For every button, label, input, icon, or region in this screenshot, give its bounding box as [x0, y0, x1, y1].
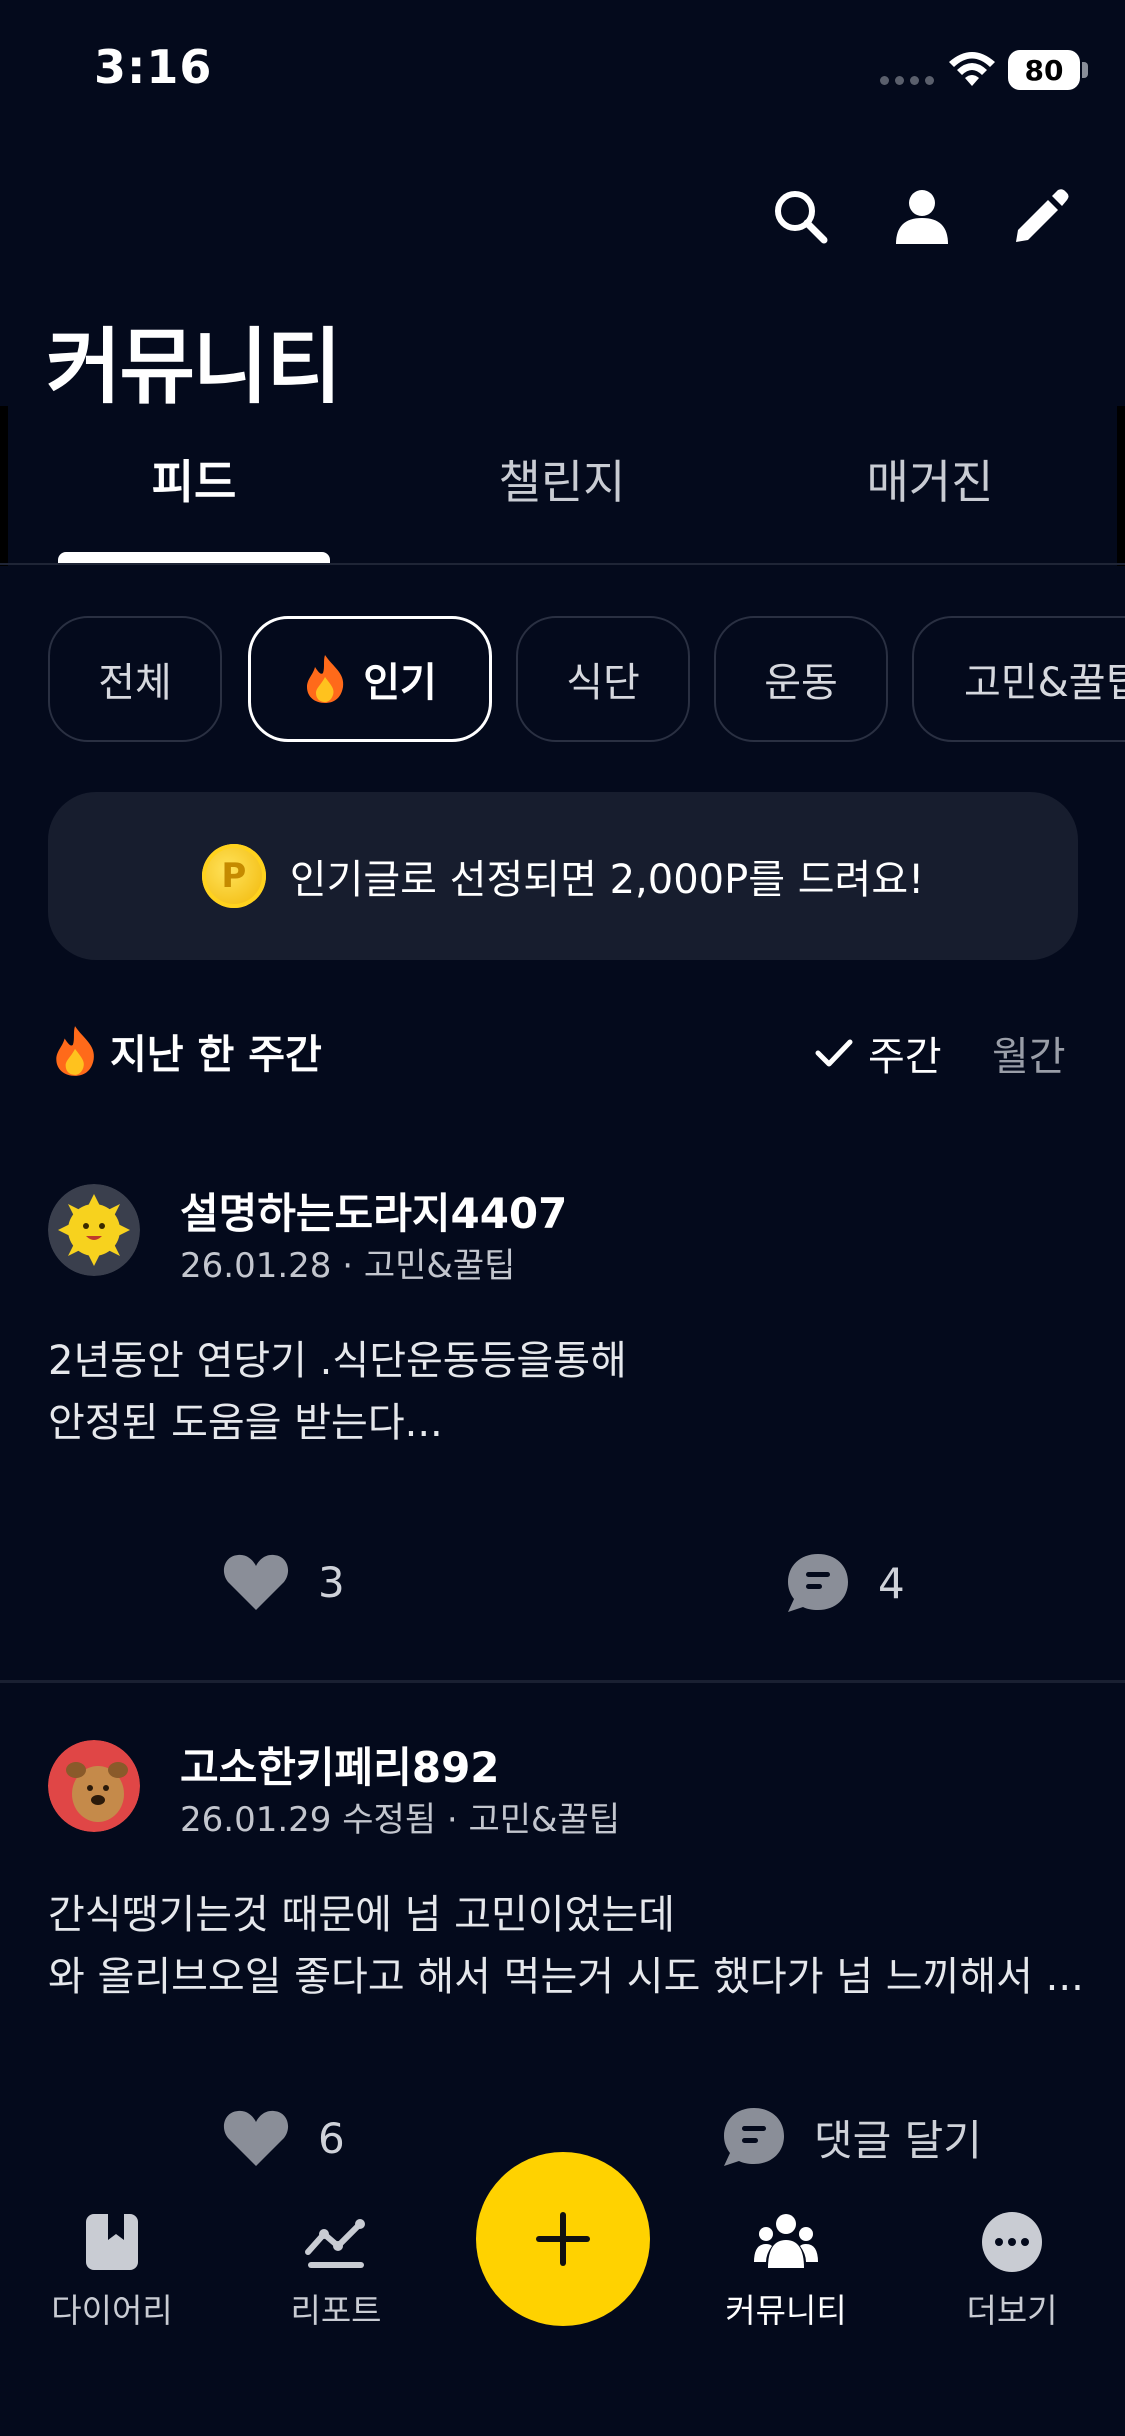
chip-label: 식단: [566, 660, 640, 706]
post-divider: [0, 1680, 1125, 1683]
tab-divider: [0, 563, 1125, 565]
wifi-icon: [949, 52, 995, 86]
tab-challenge[interactable]: 챌린지: [382, 446, 742, 512]
heart-icon: [223, 2110, 289, 2166]
chip-all[interactable]: 전체: [48, 616, 222, 742]
edge-shade-right: [1117, 406, 1125, 566]
tab-magazine[interactable]: 매거진: [750, 446, 1110, 512]
cellular-signal-icon: [880, 76, 934, 85]
battery-indicator: 80: [1008, 50, 1080, 90]
period-monthly[interactable]: 월간: [992, 1024, 1066, 1082]
profile-icon[interactable]: [892, 186, 952, 246]
like-count: 6: [318, 2113, 345, 2163]
post-card[interactable]: [48, 1740, 140, 1836]
nav-label: 리포트: [290, 2291, 382, 2330]
like-button[interactable]: 3: [222, 1552, 345, 1612]
nav-label: 커뮤니티: [725, 2291, 847, 2330]
edge-shade-left: [0, 406, 8, 566]
post-line: 와 올리브오일 좋다고 해서 먹는거 시도 했다가 넘 느끼해서 ...: [48, 1954, 1084, 2000]
comment-button[interactable]: 4: [786, 1552, 905, 1614]
section-title: 지난 한 주간: [52, 1022, 322, 1080]
post-line: 간식땡기는것 때문에 넘 고민이었는데: [48, 1892, 675, 1938]
write-icon[interactable]: [1010, 186, 1070, 246]
nav-report[interactable]: 리포트: [246, 2210, 426, 2332]
nav-diary[interactable]: 다이어리: [22, 2210, 202, 2332]
comment-icon: [788, 1554, 848, 1612]
chip-exercise[interactable]: 운동: [714, 616, 888, 742]
comment-button[interactable]: 댓글 달기: [722, 2106, 982, 2168]
chip-label: 운동: [764, 660, 838, 706]
like-button[interactable]: 6: [222, 2108, 345, 2168]
points-banner[interactable]: P 인기글로 선정되면 2,000P를 드려요!: [48, 792, 1078, 960]
chip-popular[interactable]: 인기: [248, 616, 492, 742]
plus-icon: [536, 2212, 590, 2266]
post-line: 2년동안 연당기 .식단운동등을통해: [48, 1338, 627, 1384]
diary-icon: [86, 2214, 138, 2270]
fire-icon: [307, 655, 344, 703]
battery-tip: [1082, 62, 1088, 78]
avatar: [48, 1740, 140, 1832]
period-weekly-label: 주간: [868, 1034, 942, 1080]
chip-label: 전체: [98, 660, 172, 706]
banner-text: 인기글로 선정되면 2,000P를 드려요!: [289, 857, 925, 903]
status-time: 3:16: [94, 40, 213, 94]
post-card[interactable]: [48, 1184, 140, 1280]
post-body[interactable]: 간식땡기는것 때문에 넘 고민이었는데 와 올리브오일 좋다고 해서 먹는거 시…: [48, 1884, 1084, 2008]
heart-icon: [223, 1554, 289, 1610]
post-meta: 26.01.28 · 고민&꿀팁: [180, 1246, 516, 1286]
add-button[interactable]: [476, 2152, 650, 2326]
check-icon: [815, 1039, 853, 1067]
nav-community[interactable]: 커뮤니티: [696, 2210, 876, 2332]
more-icon: [982, 2212, 1042, 2272]
coin-icon: P: [201, 844, 266, 908]
chip-label: 고민&꿀팁: [964, 660, 1125, 706]
period-weekly[interactable]: 주간: [814, 1024, 942, 1082]
chip-label: 인기: [363, 660, 437, 706]
section-title-text: 지난 한 주간: [110, 1032, 322, 1078]
community-icon: [754, 2214, 818, 2268]
chip-diet[interactable]: 식단: [516, 616, 690, 742]
page-title: 커뮤니티: [46, 320, 342, 415]
post-line: 안정된 도움을 받는다...: [48, 1400, 443, 1446]
post-author[interactable]: 설명하는도라지4407: [180, 1180, 567, 1241]
post-meta: 26.01.29 수정됨 · 고민&꿀팁: [180, 1800, 621, 1840]
avatar: [48, 1184, 140, 1276]
post-author[interactable]: 고소한키페리892: [180, 1734, 500, 1795]
comment-count: 4: [878, 1558, 905, 1608]
search-icon[interactable]: [770, 186, 830, 246]
comment-icon: [724, 2108, 784, 2166]
chart-icon: [305, 2219, 365, 2268]
nav-more[interactable]: 더보기: [922, 2210, 1102, 2332]
fire-icon: [56, 1026, 94, 1076]
tab-feed[interactable]: 피드: [14, 446, 374, 512]
chip-tips[interactable]: 고민&꿀팁: [912, 616, 1125, 742]
nav-label: 다이어리: [51, 2291, 173, 2330]
nav-label: 더보기: [966, 2291, 1058, 2330]
comment-label: 댓글 달기: [814, 2115, 982, 2165]
like-count: 3: [318, 1557, 345, 1607]
post-body[interactable]: 2년동안 연당기 .식단운동등을통해 안정된 도움을 받는다...: [48, 1330, 627, 1454]
